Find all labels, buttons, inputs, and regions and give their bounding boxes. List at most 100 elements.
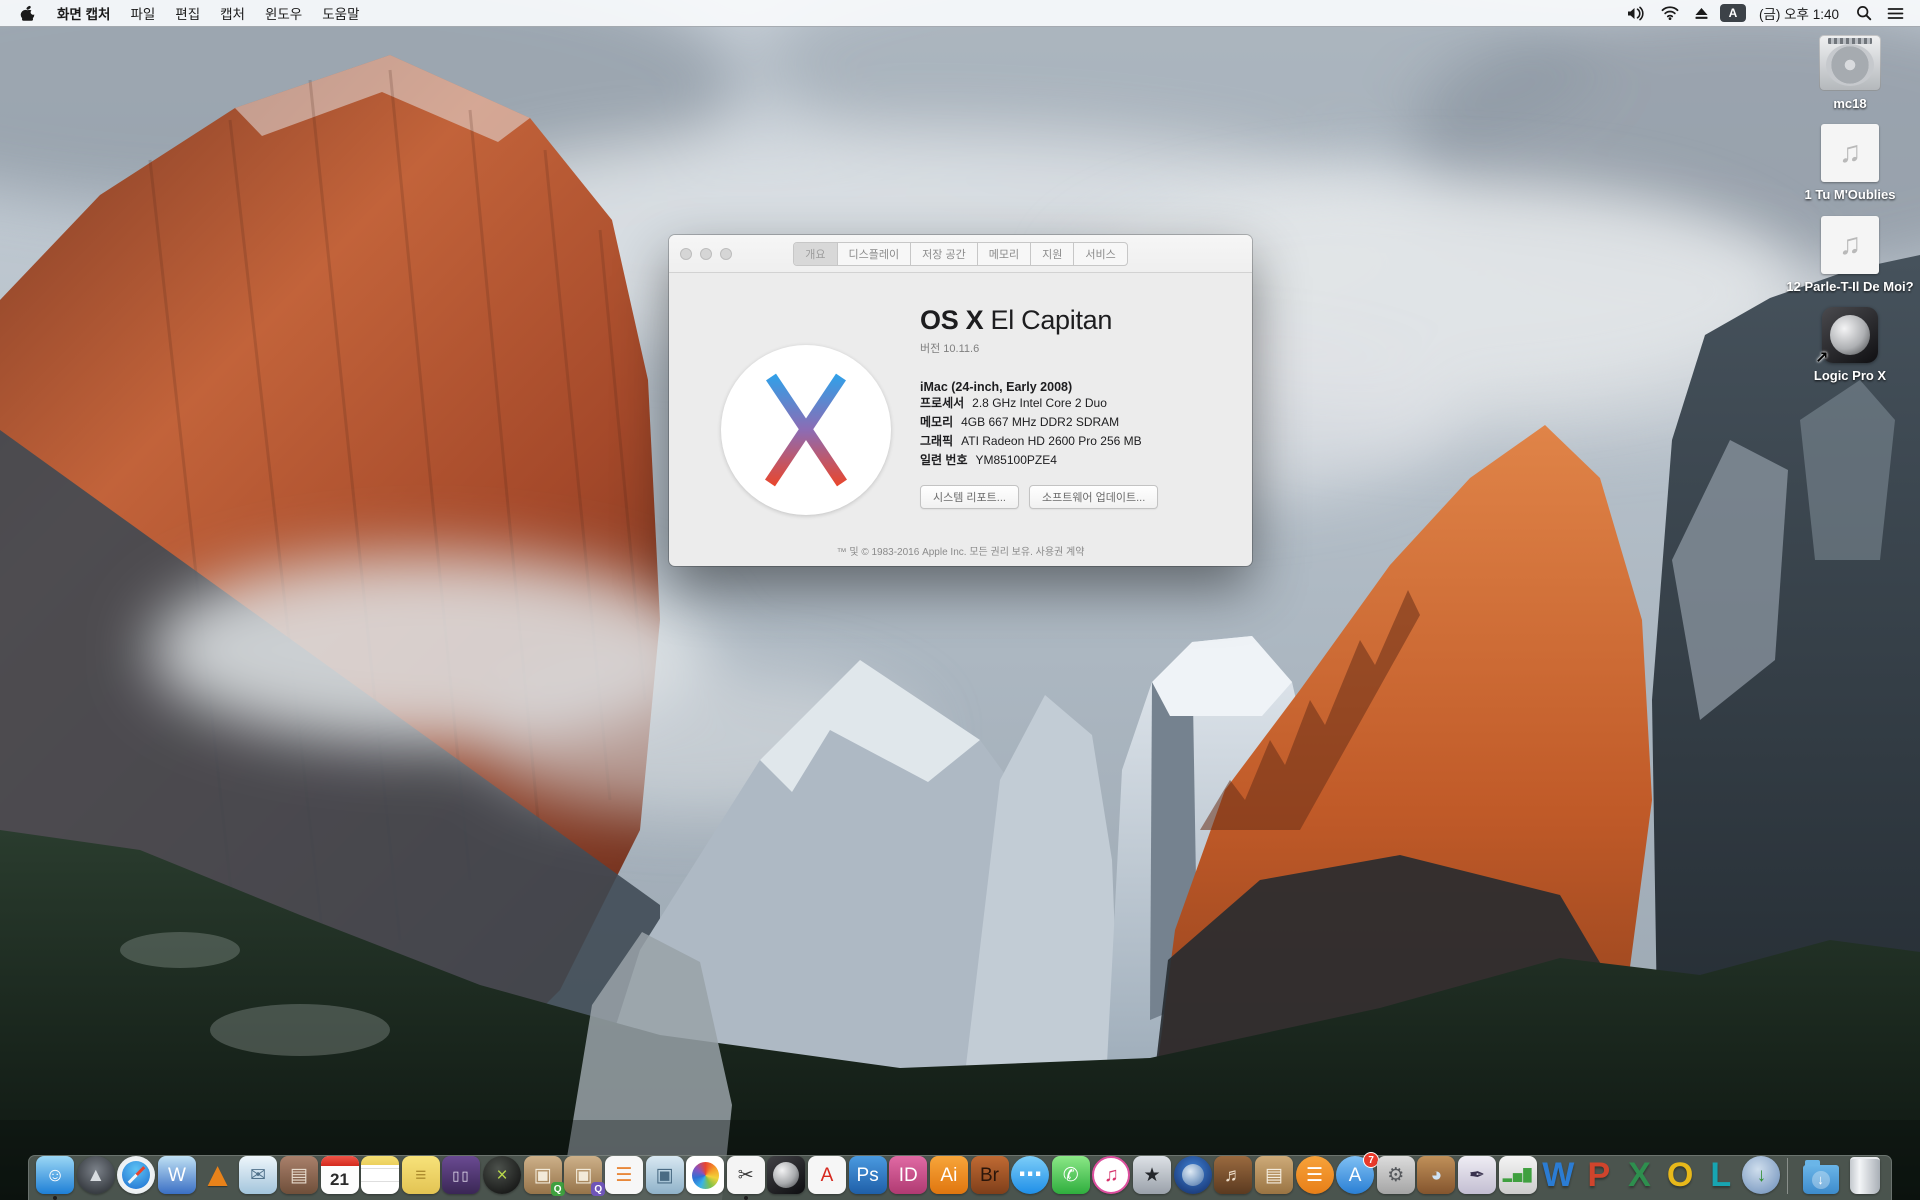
- iweb[interactable]: ▤: [1254, 1156, 1293, 1194]
- desktop: 화면 캡처 파일편집캡처윈도우도움말 A (금) 오후 1:40: [0, 0, 1920, 1200]
- dock-app-glyph: ▣: [574, 1166, 592, 1185]
- dock-app-glyph: ▣: [534, 1166, 552, 1185]
- desktop-icon[interactable]: 1 Tu M'Oublies: [1805, 124, 1896, 202]
- file-icon: [1822, 307, 1878, 363]
- menubar-menu[interactable]: 캡처: [210, 3, 255, 23]
- desktop-icon[interactable]: 12 Parle-T-Il De Moi?: [1786, 216, 1913, 294]
- zoom-button[interactable]: [720, 248, 732, 260]
- dock-app-glyph: W: [1542, 1158, 1574, 1192]
- ibooks[interactable]: ☰: [1295, 1156, 1334, 1194]
- contacts[interactable]: ▤: [279, 1156, 318, 1194]
- close-button[interactable]: [680, 248, 692, 260]
- calendar[interactable]: 21: [320, 1156, 359, 1194]
- dock-app-glyph: ▲: [201, 1158, 235, 1192]
- desktop-icon[interactable]: Logic Pro X: [1814, 307, 1886, 383]
- dock-app-icon: ▤: [1255, 1156, 1293, 1194]
- dock-app-icon: ▲: [77, 1156, 115, 1194]
- facetime[interactable]: ✆: [1051, 1156, 1090, 1194]
- dock-app-icon: A: [808, 1156, 846, 1194]
- system-preferences[interactable]: ⚙: [1376, 1156, 1415, 1194]
- idvd[interactable]: [1173, 1156, 1212, 1194]
- input-source-icon[interactable]: A: [1720, 4, 1746, 22]
- notes[interactable]: [361, 1156, 400, 1194]
- tab[interactable]: 디스플레이: [838, 243, 912, 265]
- logic-pro[interactable]: [767, 1156, 806, 1194]
- about-window-button[interactable]: 시스템 리포트...: [920, 485, 1019, 509]
- x-app[interactable]: ×: [483, 1156, 522, 1194]
- minimize-button[interactable]: [700, 248, 712, 260]
- license-agreement-link[interactable]: 사용권 계약: [1036, 547, 1085, 558]
- photos[interactable]: [686, 1156, 725, 1194]
- toast[interactable]: ▯▯: [442, 1156, 481, 1194]
- menubar-menu[interactable]: 파일: [120, 3, 165, 23]
- acrobat[interactable]: A: [808, 1156, 847, 1194]
- w-app[interactable]: W: [158, 1156, 197, 1194]
- notification-center-icon[interactable]: [1883, 7, 1908, 20]
- menubar-menu[interactable]: 윈도우: [255, 3, 312, 23]
- dock-app-icon: ✉: [239, 1156, 277, 1194]
- tab[interactable]: 저장 공간: [911, 243, 978, 265]
- dock: ☺ ▲: [28, 1155, 1892, 1200]
- launchpad[interactable]: ▲: [76, 1156, 115, 1194]
- numbers[interactable]: ▂▅█: [1498, 1156, 1537, 1194]
- file-icon: [1821, 216, 1879, 274]
- outlook[interactable]: O: [1661, 1156, 1700, 1194]
- search-icon[interactable]: [1852, 5, 1876, 21]
- about-window-button[interactable]: 소프트웨어 업데이트...: [1029, 485, 1158, 509]
- dock-app-icon: Ps: [849, 1156, 887, 1194]
- finder[interactable]: ☺: [36, 1156, 75, 1194]
- bridge[interactable]: Br: [970, 1156, 1009, 1194]
- itunes[interactable]: ♫: [1092, 1156, 1131, 1194]
- desktop-icon[interactable]: mc18: [1819, 35, 1881, 111]
- indesign[interactable]: ID: [889, 1156, 928, 1194]
- illustrator[interactable]: Ai: [929, 1156, 968, 1194]
- mail[interactable]: ✉: [239, 1156, 278, 1194]
- excel[interactable]: X: [1620, 1156, 1659, 1194]
- vlc[interactable]: ▲: [198, 1156, 237, 1194]
- apple-menu[interactable]: [12, 5, 47, 22]
- garageband[interactable]: ♬: [1214, 1156, 1253, 1194]
- spec-label: 메모리: [920, 415, 953, 429]
- app-store[interactable]: A 7: [1336, 1156, 1375, 1194]
- dock-app-glyph: ▤: [1265, 1166, 1283, 1185]
- volume-icon[interactable]: [1623, 6, 1650, 21]
- grab[interactable]: ✂: [726, 1156, 765, 1194]
- tab[interactable]: 지원: [1031, 243, 1074, 265]
- word[interactable]: W: [1539, 1156, 1578, 1194]
- stuffit-purple[interactable]: ▣ Q: [564, 1156, 603, 1194]
- menubar-clock[interactable]: (금) 오후 1:40: [1753, 3, 1845, 23]
- wifi-icon[interactable]: [1657, 6, 1683, 20]
- wallpaper-image: [0, 0, 1920, 1200]
- dock-app-glyph: ⋯: [1018, 1163, 1042, 1187]
- stickies[interactable]: ≡: [401, 1156, 440, 1194]
- safari[interactable]: [117, 1156, 156, 1194]
- dock-app-icon: ▤: [280, 1156, 318, 1194]
- dock-app-icon: 21: [321, 1156, 359, 1194]
- reminders[interactable]: ☰: [604, 1156, 643, 1194]
- stuffit-green[interactable]: ▣ Q: [523, 1156, 562, 1194]
- keynote[interactable]: ◕: [1417, 1156, 1456, 1194]
- photoshop[interactable]: Ps: [848, 1156, 887, 1194]
- running-indicator: [744, 1196, 748, 1200]
- powerpoint[interactable]: P: [1579, 1156, 1618, 1194]
- tab[interactable]: 서비스: [1074, 243, 1126, 265]
- dock-app-icon: ☰: [1296, 1156, 1334, 1194]
- dock-app-glyph: X: [1628, 1158, 1651, 1192]
- ms-update[interactable]: ↓: [1742, 1156, 1781, 1194]
- downloads[interactable]: ↓: [1787, 1158, 1844, 1194]
- tab[interactable]: 개요: [794, 243, 837, 265]
- messages[interactable]: ⋯: [1011, 1156, 1050, 1194]
- menubar-menu[interactable]: 도움말: [312, 3, 369, 23]
- tab[interactable]: 메모리: [978, 243, 1031, 265]
- trash[interactable]: [1845, 1157, 1884, 1194]
- eject-icon[interactable]: [1690, 7, 1713, 20]
- window-titlebar[interactable]: 개요 디스플레이 저장 공간 메모리 지원 서비스: [669, 235, 1252, 273]
- lync[interactable]: L: [1701, 1156, 1740, 1194]
- el-capitan-logo: [721, 345, 891, 515]
- active-app-menu[interactable]: 화면 캡처: [47, 3, 120, 23]
- dock-app-icon: Ai: [930, 1156, 968, 1194]
- media-browser[interactable]: ▣: [645, 1156, 684, 1194]
- menubar-menu[interactable]: 편집: [165, 3, 210, 23]
- pages[interactable]: ✒: [1458, 1156, 1497, 1194]
- imovie[interactable]: ★: [1133, 1156, 1172, 1194]
